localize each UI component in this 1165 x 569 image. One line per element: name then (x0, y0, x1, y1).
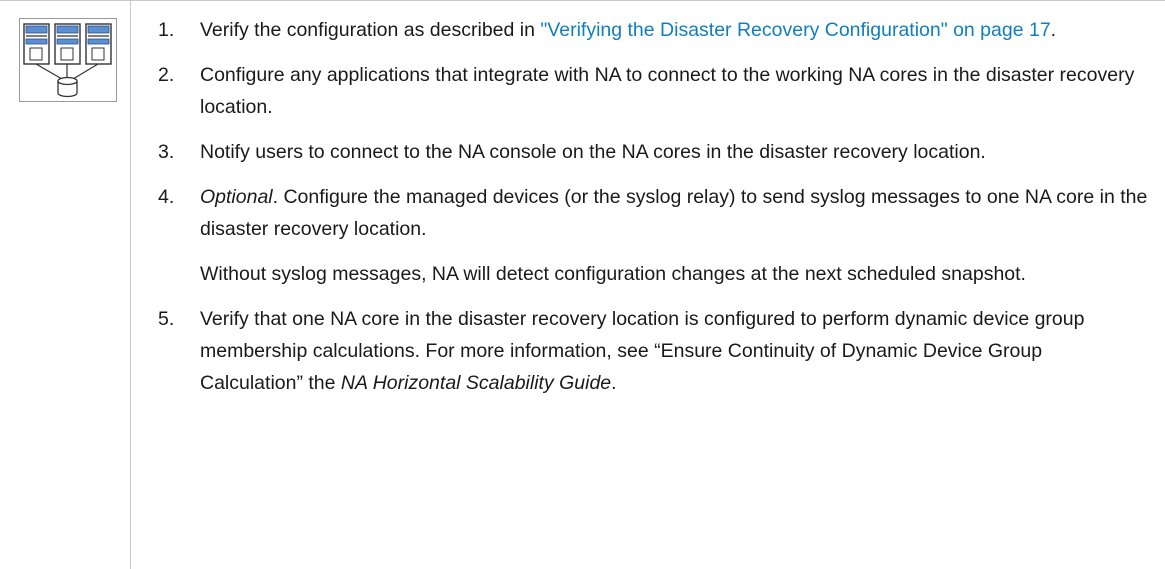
step-5: 5. Verify that one NA core in the disast… (158, 303, 1148, 399)
step-2: 2. Configure any applications that integ… (158, 59, 1148, 123)
step-number: 3. (158, 141, 175, 163)
step-3: 3. Notify users to connect to the NA con… (158, 136, 1148, 168)
step-text-end: . (611, 372, 617, 394)
step-4: 4. Optional. Configure the managed devic… (158, 181, 1148, 290)
step-number: 2. (158, 64, 175, 86)
procedure-content: 1. Verify the configuration as described… (158, 14, 1148, 412)
step-text: Verify the configuration as described in (200, 19, 541, 41)
guide-title: NA Horizontal Scalability Guide (340, 372, 612, 394)
document-page: 1. Verify the configuration as described… (0, 0, 1165, 569)
step-number: 4. (158, 186, 175, 208)
step-text: Notify users to connect to the NA consol… (200, 141, 986, 163)
column-divider (130, 0, 131, 569)
step-1: 1. Verify the configuration as described… (158, 14, 1148, 46)
step-note: Without syslog messages, NA will detect … (200, 263, 1026, 285)
optional-label: Optional (200, 186, 273, 208)
server-database-diagram-icon (19, 18, 117, 102)
step-text: Verify that one NA core in the disaster … (200, 308, 1085, 394)
step-text: Configure any applications that integrat… (200, 64, 1135, 118)
top-rule (0, 0, 1165, 1)
step-number: 5. (158, 308, 175, 330)
cross-reference-link[interactable]: "Verifying the Disaster Recovery Configu… (540, 19, 1050, 41)
steps-list: 1. Verify the configuration as described… (158, 14, 1148, 399)
step-number: 1. (158, 19, 175, 41)
step-text: . Configure the managed devices (or the … (200, 186, 1148, 240)
step-text-end: . (1050, 19, 1057, 41)
